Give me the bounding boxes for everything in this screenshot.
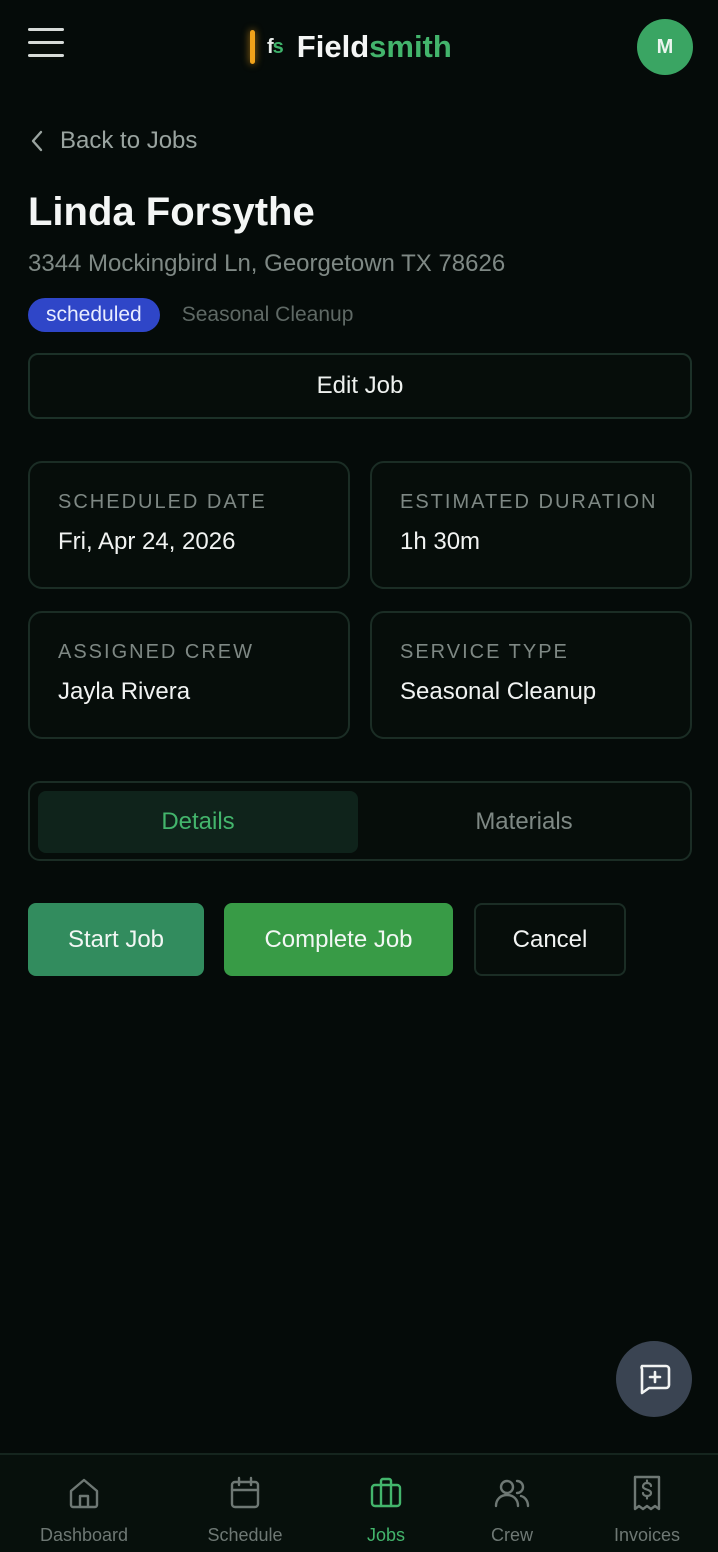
card-label: ESTIMATED DURATION (400, 491, 658, 513)
service-type-card: SERVICE TYPE Seasonal Cleanup (370, 611, 692, 739)
card-value: Seasonal Cleanup (400, 678, 597, 705)
job-address: 3344 Mockingbird Ln, Georgetown TX 78626 (28, 250, 506, 277)
scheduled-date-card: SCHEDULED DATE Fri, Apr 24, 2026 (28, 461, 350, 589)
nav-label: Jobs (366, 1525, 406, 1545)
invoice-icon (633, 1475, 661, 1511)
hamburger-icon[interactable] (28, 28, 70, 66)
complete-job-button[interactable]: Complete Job (224, 903, 453, 976)
brand-mark-s: s (272, 35, 284, 58)
nav-label: Dashboard (39, 1525, 129, 1545)
job-tabs: Details Materials (28, 781, 692, 861)
card-value: 1h 30m (400, 528, 481, 555)
nav-label: Crew (490, 1525, 533, 1545)
users-icon (494, 1479, 530, 1508)
status-badge: scheduled (28, 298, 160, 332)
home-icon (69, 1478, 99, 1509)
brand-name-part2: smith (369, 29, 452, 64)
nav-item-crew[interactable]: Crew (447, 1473, 577, 1546)
app-header: fs Fieldsmith M (0, 0, 718, 94)
chevron-left-icon (31, 130, 43, 152)
brand-name: Fieldsmith (297, 29, 452, 65)
calendar-icon (230, 1476, 260, 1509)
briefcase-icon (370, 1477, 402, 1508)
assigned-crew-card: ASSIGNED CREW Jayla Rivera (28, 611, 350, 739)
edit-job-button[interactable]: Edit Job (28, 353, 692, 419)
message-fab-button[interactable] (616, 1341, 692, 1417)
brand-accent-bar (250, 30, 255, 64)
cancel-button[interactable]: Cancel (474, 903, 626, 976)
status-row: scheduled Seasonal Cleanup (28, 298, 353, 332)
brand-mark: fs (267, 35, 284, 59)
card-label: SCHEDULED DATE (58, 491, 267, 513)
card-value: Jayla Rivera (58, 678, 191, 705)
card-label: ASSIGNED CREW (58, 641, 255, 663)
back-to-jobs-link[interactable]: Back to Jobs (30, 122, 197, 160)
nav-label: Schedule (207, 1525, 283, 1545)
nav-item-dashboard[interactable]: Dashboard (19, 1473, 149, 1546)
nav-label: Invoices (613, 1525, 681, 1545)
message-plus-icon (640, 1364, 671, 1395)
user-avatar[interactable]: M (637, 19, 693, 75)
card-label: SERVICE TYPE (400, 641, 569, 663)
bottom-nav: Dashboard Schedule Jobs Crew Invoices (0, 1453, 718, 1552)
back-label: Back to Jobs (60, 127, 198, 154)
start-job-button[interactable]: Start Job (28, 903, 204, 976)
brand-name-part1: Field (296, 29, 370, 64)
estimated-duration-card: ESTIMATED DURATION 1h 30m (370, 461, 692, 589)
nav-item-schedule[interactable]: Schedule (180, 1473, 310, 1546)
page-title: Linda Forsythe (28, 190, 315, 234)
nav-item-jobs[interactable]: Jobs (321, 1473, 451, 1546)
service-tag: Seasonal Cleanup (181, 303, 354, 326)
brand-logo[interactable]: fs Fieldsmith (250, 28, 452, 66)
nav-item-invoices[interactable]: Invoices (582, 1473, 712, 1546)
job-detail-page: fs Fieldsmith M Back to Jobs Linda Forsy… (0, 0, 718, 1552)
card-value: Fri, Apr 24, 2026 (58, 528, 236, 555)
tab-materials[interactable]: Materials (364, 791, 684, 853)
tab-details[interactable]: Details (38, 791, 358, 853)
